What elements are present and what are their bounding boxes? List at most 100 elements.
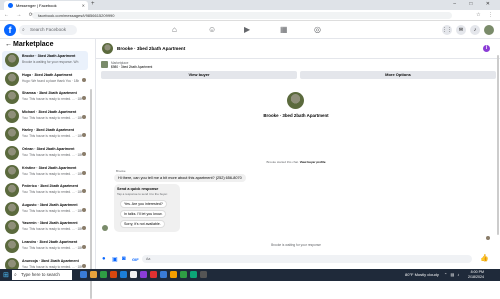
- mic-icon[interactable]: ●: [102, 256, 106, 262]
- conversation-thumbnail: [5, 127, 19, 142]
- conversation-item[interactable]: Orlean · 3bed 2bath Apartment You: This h…: [2, 144, 88, 163]
- conversation-preview: You: This house is ready to rented. ... …: [22, 152, 82, 157]
- conversation-name: Harley · 3bed 2bath Apartment: [22, 128, 74, 133]
- search-placeholder: Search Facebook: [30, 27, 67, 32]
- browser-menu-icons[interactable]: ☆ ⋮: [476, 12, 496, 18]
- thumbs-up-icon[interactable]: 👍: [480, 254, 489, 262]
- taskbar-app-icon[interactable]: [140, 271, 147, 278]
- conversation-name: Anurooja · 3bed 2bath Apartment: [22, 258, 79, 263]
- chat-avatar[interactable]: [102, 43, 113, 54]
- conversation-seen-avatar: [82, 151, 86, 156]
- clock-date: 2/18/2024: [468, 275, 484, 279]
- quick-reply-not-available[interactable]: Sorry, it's not available.: [120, 220, 165, 228]
- clock-time: 8:00 PM: [470, 270, 484, 274]
- account-avatar[interactable]: [484, 25, 494, 35]
- messenger-icon[interactable]: ✉: [456, 25, 466, 35]
- conversation-item[interactable]: Michael · 3bed 2bath Apartment You: This …: [2, 107, 88, 126]
- conversation-item[interactable]: Shamsa · 3bed 2bath Apartment You: This h…: [2, 88, 88, 107]
- conversation-preview: You: This house is ready to rented. ... …: [22, 134, 82, 139]
- info-icon[interactable]: i: [483, 45, 490, 52]
- conversation-seen-avatar: [82, 114, 86, 119]
- more-options-button[interactable]: More Options: [300, 71, 496, 79]
- left-scrollbar[interactable]: [90, 89, 92, 299]
- listing-thumbnail: [101, 61, 108, 68]
- taskbar-app-icon[interactable]: [90, 271, 97, 278]
- conversation-name: Hugo · 3bed 2bath Apartment: [22, 72, 73, 77]
- home-icon[interactable]: ⌂: [172, 25, 177, 34]
- marketplace-icon[interactable]: ▦: [280, 25, 288, 34]
- profile-avatar[interactable]: [287, 92, 304, 109]
- conversation-seen-avatar: [82, 189, 86, 194]
- groups-icon[interactable]: ◎: [314, 25, 321, 34]
- url-field[interactable]: facebook.com/messages/t/9856615209990: [32, 12, 452, 19]
- gif-icon[interactable]: GIF: [132, 257, 139, 262]
- new-tab-button[interactable]: +: [91, 1, 95, 7]
- back-arrow-icon[interactable]: ←: [5, 41, 12, 48]
- conversation-preview: You: This house is ready to rented. ... …: [22, 115, 82, 120]
- conversation-item[interactable]: Brooke · 3bed 2bath Apartment Brooke is w…: [2, 51, 88, 70]
- taskbar-app-icon[interactable]: [110, 271, 117, 278]
- message-bubble[interactable]: Hi there, can you tell me a bit more abo…: [114, 174, 246, 182]
- conversation-item[interactable]: Harley · 3bed 2bath Apartment You: This h…: [2, 125, 88, 144]
- taskbar-app-icon[interactable]: [150, 271, 157, 278]
- taskbar-app-icon[interactable]: [160, 271, 167, 278]
- conversation-name: Kristine · 3bed 2bath Apartment: [22, 165, 77, 170]
- taskbar-app-icon[interactable]: [100, 271, 107, 278]
- conversation-item[interactable]: Augusto · 3bed 2bath Apartment You: This …: [2, 200, 88, 219]
- windows-taskbar: ⊞ ⌕ Type here to search 80°F Mostly clou…: [0, 269, 500, 281]
- taskbar-app-icon[interactable]: [190, 271, 197, 278]
- taskbar-clock[interactable]: 8:00 PM 2/18/2024: [468, 270, 484, 280]
- conversation-name: Shamsa · 3bed 2bath Apartment: [22, 91, 77, 96]
- video-icon[interactable]: ▶: [244, 25, 250, 34]
- conversation-item[interactable]: Leandro · 3bed 2bath Apartment You: This …: [2, 237, 88, 256]
- friends-icon[interactable]: ☺: [208, 25, 216, 34]
- conversation-preview: You: This house is ready to rented. ... …: [22, 97, 82, 102]
- weather-widget[interactable]: 80°F Mostly cloudy: [405, 272, 439, 277]
- view-buyer-profile-link[interactable]: View buyer profile: [300, 160, 326, 164]
- conversation-name: Orlean · 3bed 2bath Apartment: [22, 146, 75, 151]
- message-input[interactable]: Aa: [142, 255, 472, 263]
- conversation-item[interactable]: Federico · 3bed 2bath Apartment You: This…: [2, 181, 88, 200]
- window-controls[interactable]: – □ ✕: [453, 1, 496, 7]
- image-icon[interactable]: ▣: [112, 256, 118, 263]
- conversation-thumbnail: [5, 183, 19, 198]
- taskbar-search-placeholder: Type here to search: [21, 272, 60, 277]
- conversation-seen-avatar: [82, 133, 86, 138]
- read-receipt-avatar: [486, 236, 490, 240]
- system-tray[interactable]: ⌃ ▤ ♪: [444, 272, 460, 277]
- conversation-item[interactable]: Hugo · 3bed 2bath Apartment Hugo: We foun…: [2, 70, 88, 89]
- conversation-seen-avatar: [82, 207, 86, 212]
- conversation-thumbnail: [5, 238, 19, 253]
- conversation-name: Michael · 3bed 2bath Apartment: [22, 109, 77, 114]
- conversation-seen-avatar: [82, 96, 86, 101]
- start-note-text: Brooke started this chat.: [266, 160, 299, 164]
- taskbar-app-icon[interactable]: [200, 271, 207, 278]
- conversation-preview: You: This house is ready to rented. ... …: [22, 264, 82, 269]
- taskbar-app-icon[interactable]: [180, 271, 187, 278]
- menu-icon[interactable]: ⋮⋮: [442, 25, 452, 35]
- tab-title: Messenger | Facebook: [16, 3, 57, 8]
- conversation-name: Augusto · 3bed 2bath Apartment: [22, 202, 78, 207]
- chat-title[interactable]: Brooke · 3bed 2bath Apartment: [117, 46, 185, 51]
- conversation-item[interactable]: Yasemin · 3bed 2bath Apartment You: This …: [2, 218, 88, 237]
- windows-start-icon[interactable]: ⊞: [3, 271, 9, 279]
- sticker-icon[interactable]: ◙: [122, 256, 126, 262]
- conversation-item[interactable]: Kristine · 3bed 2bath Apartment You: This…: [2, 163, 88, 182]
- quick-reply-in-talks[interactable]: In talks. I'll let you know.: [120, 210, 167, 218]
- taskbar-app-icon[interactable]: [170, 271, 177, 278]
- taskbar-app-icon[interactable]: [80, 271, 87, 278]
- view-buyer-button[interactable]: View buyer: [101, 71, 297, 79]
- taskbar-app-icon[interactable]: [120, 271, 127, 278]
- taskbar-search-input[interactable]: ⌕ Type here to search: [12, 270, 72, 280]
- facebook-logo[interactable]: f: [4, 24, 16, 36]
- facebook-search-input[interactable]: ⌕ Search Facebook: [19, 25, 77, 35]
- chat-scrollbar[interactable]: [497, 55, 499, 235]
- chat-panel: Brooke · 3bed 2bath Apartment i Marketpl…: [95, 39, 500, 269]
- close-tab-icon[interactable]: ✕: [82, 3, 85, 8]
- browser-tab[interactable]: Messenger | Facebook ✕: [4, 1, 88, 10]
- conversation-preview: You: This house is ready to rented. ... …: [22, 208, 82, 213]
- taskbar-app-icon[interactable]: [130, 271, 137, 278]
- notifications-icon[interactable]: ♪: [470, 25, 480, 35]
- quick-response-subtitle: Tap a response to send it to the buyer.: [117, 192, 168, 196]
- quick-reply-yes[interactable]: Yes. Are you interested?: [120, 200, 167, 208]
